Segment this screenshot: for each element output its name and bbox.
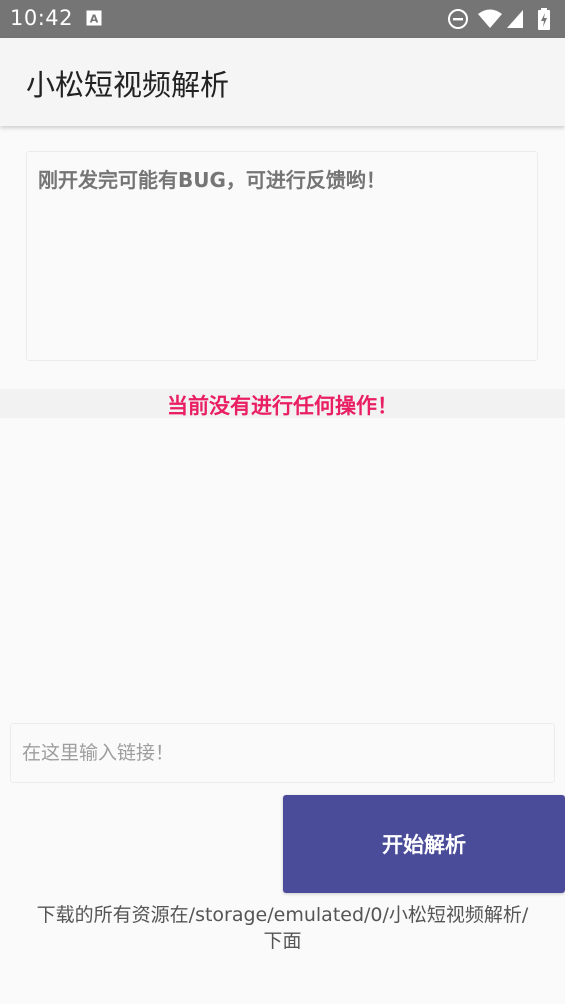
notice-text: 刚开发完可能有BUG，可进行反馈哟！: [38, 168, 386, 192]
app-bar: 小松短视频解析: [0, 38, 565, 126]
notice-card: 刚开发完可能有BUG，可进行反馈哟！: [26, 151, 538, 361]
app-title: 小松短视频解析: [26, 68, 230, 102]
download-path-line-1: 下载的所有资源在/storage/emulated/0/小松短视频解析/: [36, 904, 529, 926]
text-notification-icon: A: [86, 10, 102, 26]
do-not-disturb-icon: [447, 8, 469, 34]
download-path-text: 下载的所有资源在/storage/emulated/0/小松短视频解析/ 下面: [0, 902, 565, 954]
wifi-icon: [477, 8, 503, 34]
status-strip: 当前没有进行任何操作！: [0, 389, 565, 418]
operation-status-text: 当前没有进行任何操作！: [167, 394, 398, 418]
link-input[interactable]: [10, 723, 555, 783]
download-path-line-2: 下面: [263, 930, 302, 952]
status-time: 10:42: [10, 6, 74, 30]
battery-charging-icon: [537, 8, 551, 34]
cell-signal-icon: [505, 8, 525, 34]
start-parse-button[interactable]: 开始解析: [283, 795, 565, 893]
status-bar: 10:42 A: [0, 0, 565, 38]
svg-text:A: A: [90, 13, 99, 26]
